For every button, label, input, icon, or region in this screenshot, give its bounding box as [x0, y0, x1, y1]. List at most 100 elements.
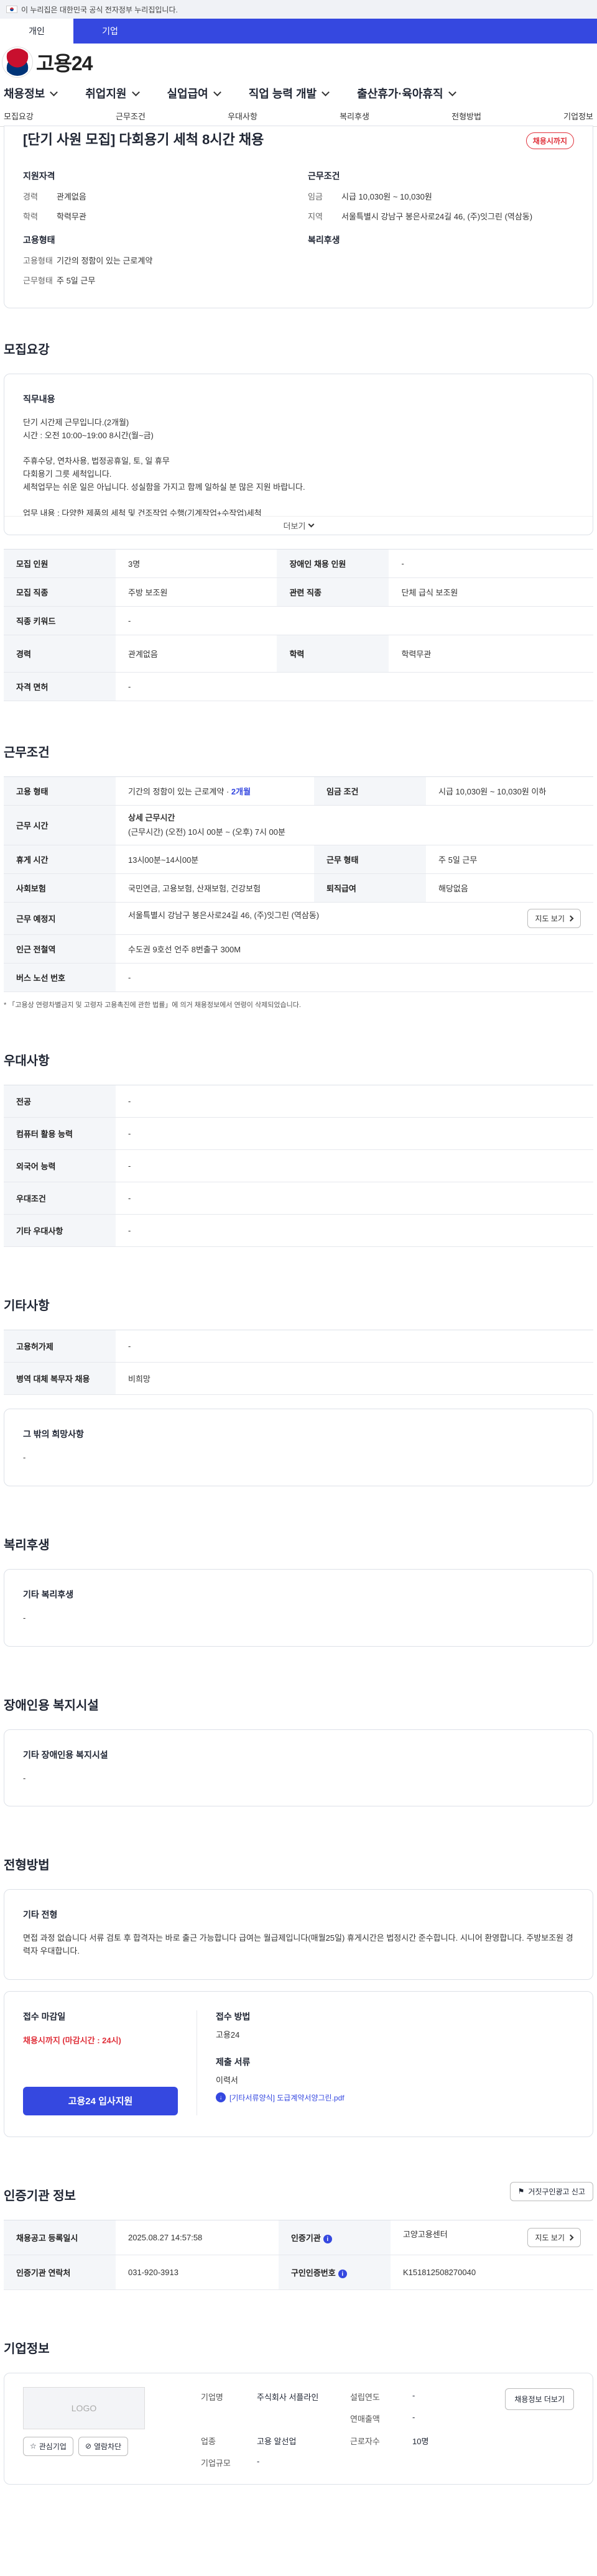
anchor-welfare[interactable]: 복리후생 — [340, 110, 369, 122]
field-label: 학력 — [23, 211, 38, 221]
method-title: 접수 방법 — [216, 2011, 251, 2022]
cell-label: 장애인 채용 인원 — [277, 549, 389, 578]
section-title-welfare: 복리후생 — [4, 1538, 50, 1552]
cell-label: 자격 면허 — [4, 672, 116, 701]
menu-unemployment[interactable]: 실업급여 — [167, 85, 221, 101]
apply-card: 접수 마감일 채용시까지 (마감시간 : 24시) 고용24 입사지원 접수 방… — [4, 1990, 593, 2137]
menu-label: 출산휴가·육아휴직 — [357, 88, 443, 100]
prefer-table: 전공 - 컴퓨터 활용 능력 - 외국어 능력 - 우대조건 - 기타 우대사항 - — [4, 1085, 593, 1247]
cert-table: 채용공고 등록일시 2025.08.27 14:57:58 인증기관 i 고양고용센터 지… — [4, 2219, 593, 2290]
section-title-etc: 기타사항 — [4, 1299, 50, 1313]
job-title: [단기 사원 모집] 다회용기 세척 8시간 채용 — [23, 132, 264, 147]
taegeuk-logo-icon[interactable] — [2, 47, 32, 77]
user-type-tabs: 개인 기업 — [0, 19, 597, 44]
cell-value: - — [116, 1214, 593, 1247]
favorite-label: 관심기업 — [39, 2442, 67, 2451]
cell-value: - — [116, 963, 593, 992]
work-table: 고용 형태 기간의 정함이 있는 근로계약 · 2개월 임금 조건 시급 10,030… — [4, 776, 593, 992]
more-button[interactable]: 더보기 — [4, 516, 593, 535]
status-badge: 채용시까지 — [525, 132, 574, 149]
table-row: 병역 대체 복무자 채용 비희망 — [4, 1362, 593, 1395]
favorite-company-button[interactable]: ☆ 관심기업 — [23, 2436, 73, 2456]
field-label: 경력 — [23, 192, 38, 201]
report-icon: ⚑ — [517, 2187, 525, 2196]
table-row: 버스 노선 번호 - — [4, 963, 593, 992]
menu-leave[interactable]: 출산휴가·육아휴직 — [357, 85, 456, 101]
cell-label: 근무 형태 — [314, 845, 427, 874]
anchor-company[interactable]: 기업정보 — [563, 110, 593, 122]
menu-job-support[interactable]: 취업지원 — [85, 85, 140, 101]
chevron-down-icon — [213, 88, 221, 96]
menu-job-info[interactable]: 채용정보 — [4, 85, 58, 101]
cell-value: 주 5일 근무 — [426, 845, 593, 874]
map-button[interactable]: 지도 보기 — [527, 2227, 581, 2247]
cell-value: - — [116, 1182, 593, 1215]
report-label: 거짓구인광고 신고 — [528, 2187, 585, 2196]
table-row: 외국어 능력 - — [4, 1149, 593, 1182]
main-menu: 채용정보 취업지원 실업급여 직업 능력 개발 출산휴가·육아휴직 — [0, 81, 597, 106]
cell-label: 구인인증번호 — [290, 2268, 336, 2278]
table-row: 전공 - — [4, 1085, 593, 1118]
field-label: 기업규모 — [201, 2459, 231, 2468]
cell-value: 서울특별시 강남구 봉은사로24길 46, (주)잇그린 (역삼동) — [128, 911, 320, 920]
table-row: 경력 관계없음 학력 학력무관 — [4, 635, 593, 673]
tab-individual[interactable]: 개인 — [0, 19, 73, 44]
site-logo-text[interactable]: 고용24 — [36, 48, 93, 76]
qualification-title: 지원자격 — [23, 171, 55, 181]
welfare-block: 복리후생 — [308, 234, 574, 294]
report-button[interactable]: ⚑ 거짓구인광고 신고 — [509, 2181, 593, 2201]
condition-title: 근무조건 — [308, 171, 340, 181]
cell-label: 관련 직종 — [277, 577, 389, 607]
cell-label: 고용허가제 — [4, 1330, 116, 1363]
anchor-prefer[interactable]: 우대사항 — [228, 110, 257, 122]
cell-value: - — [116, 1149, 593, 1182]
cell-value: 수도권 9호선 언주 8번출구 300M — [116, 934, 593, 964]
field-value: 시급 10,030원 ~ 10,030원 — [341, 192, 432, 201]
site-header: 고용24 — [0, 44, 597, 81]
menu-label: 채용정보 — [4, 88, 45, 100]
cell-value: 비희망 — [116, 1362, 593, 1395]
field-label: 업종 — [201, 2436, 216, 2446]
file-download-link[interactable]: ↓ [기타서류양식] 도급계약서양그린.pdf — [216, 2092, 345, 2103]
process-card: 기타 전형 면접 과정 없습니다 서류 검토 후 합격자는 바로 출근 가능합니… — [4, 1889, 593, 1980]
deadline-title: 접수 마감일 — [23, 2011, 66, 2022]
card-value: - — [23, 1612, 26, 1622]
more-label: 더보기 — [283, 522, 306, 531]
anchor-process[interactable]: 전형방법 — [451, 110, 481, 122]
cell-label: 휴게 시간 — [4, 845, 116, 874]
work-time-detail-value: (근무시간) (오전) 10시 00분 ~ (오후) 7시 00분 — [128, 827, 285, 837]
work-time-detail-title: 상세 근무시간 — [128, 813, 175, 823]
star-icon: ☆ — [30, 2442, 37, 2451]
anchor-nav: 모집요강 근무조건 우대사항 복리후생 전형방법 기업정보 — [0, 106, 597, 127]
chevron-down-icon — [308, 521, 315, 528]
etc-wish-card: 그 밖의 희망사항 - — [4, 1409, 593, 1486]
cell-label: 근무 시간 — [4, 805, 116, 845]
menu-training[interactable]: 직업 능력 개발 — [249, 85, 330, 101]
table-row: 인근 전철역 수도권 9호선 언주 8번출구 300M — [4, 934, 593, 964]
facility-card: 기타 장애인용 복지시설 - — [4, 1729, 593, 1807]
cell-label: 컴퓨터 활용 능력 — [4, 1117, 116, 1150]
cell-value: 13시00분~14시00분 — [116, 845, 315, 874]
cell-value: - — [116, 1117, 593, 1150]
apply-button[interactable]: 고용24 입사지원 — [23, 2086, 178, 2115]
company-recruit-button[interactable]: 채용정보 더보기 — [505, 2388, 574, 2410]
section-title-recruit: 모집요강 — [4, 343, 50, 357]
info-icon[interactable]: i — [338, 2270, 347, 2279]
field-value: - — [412, 2390, 415, 2400]
tab-company[interactable]: 기업 — [73, 19, 147, 44]
qualification-block: 지원자격 경력 관계없음 학력 학력무관 — [23, 170, 289, 230]
anchor-work[interactable]: 근무조건 — [116, 110, 146, 122]
table-row: 컴퓨터 활용 능력 - — [4, 1117, 593, 1150]
chevron-right-icon — [567, 915, 574, 922]
info-icon[interactable]: i — [323, 2235, 332, 2244]
table-row: 기타 우대사항 - — [4, 1214, 593, 1247]
map-button[interactable]: 지도 보기 — [527, 909, 581, 928]
map-button-label: 지도 보기 — [535, 914, 565, 923]
anchor-recruit[interactable]: 모집요강 — [4, 110, 34, 122]
field-label: 지역 — [308, 211, 323, 221]
field-label: 설립연도 — [350, 2392, 380, 2402]
cell-label: 모집 인원 — [4, 549, 116, 578]
block-view-button[interactable]: ⊘ 열람차단 — [78, 2436, 129, 2456]
cell-value: 국민연금, 고용보험, 산재보험, 건강보험 — [116, 873, 315, 903]
table-row: 고용 형태 기간의 정함이 있는 근로계약 · 2개월 임금 조건 시급 10,030… — [4, 776, 593, 806]
